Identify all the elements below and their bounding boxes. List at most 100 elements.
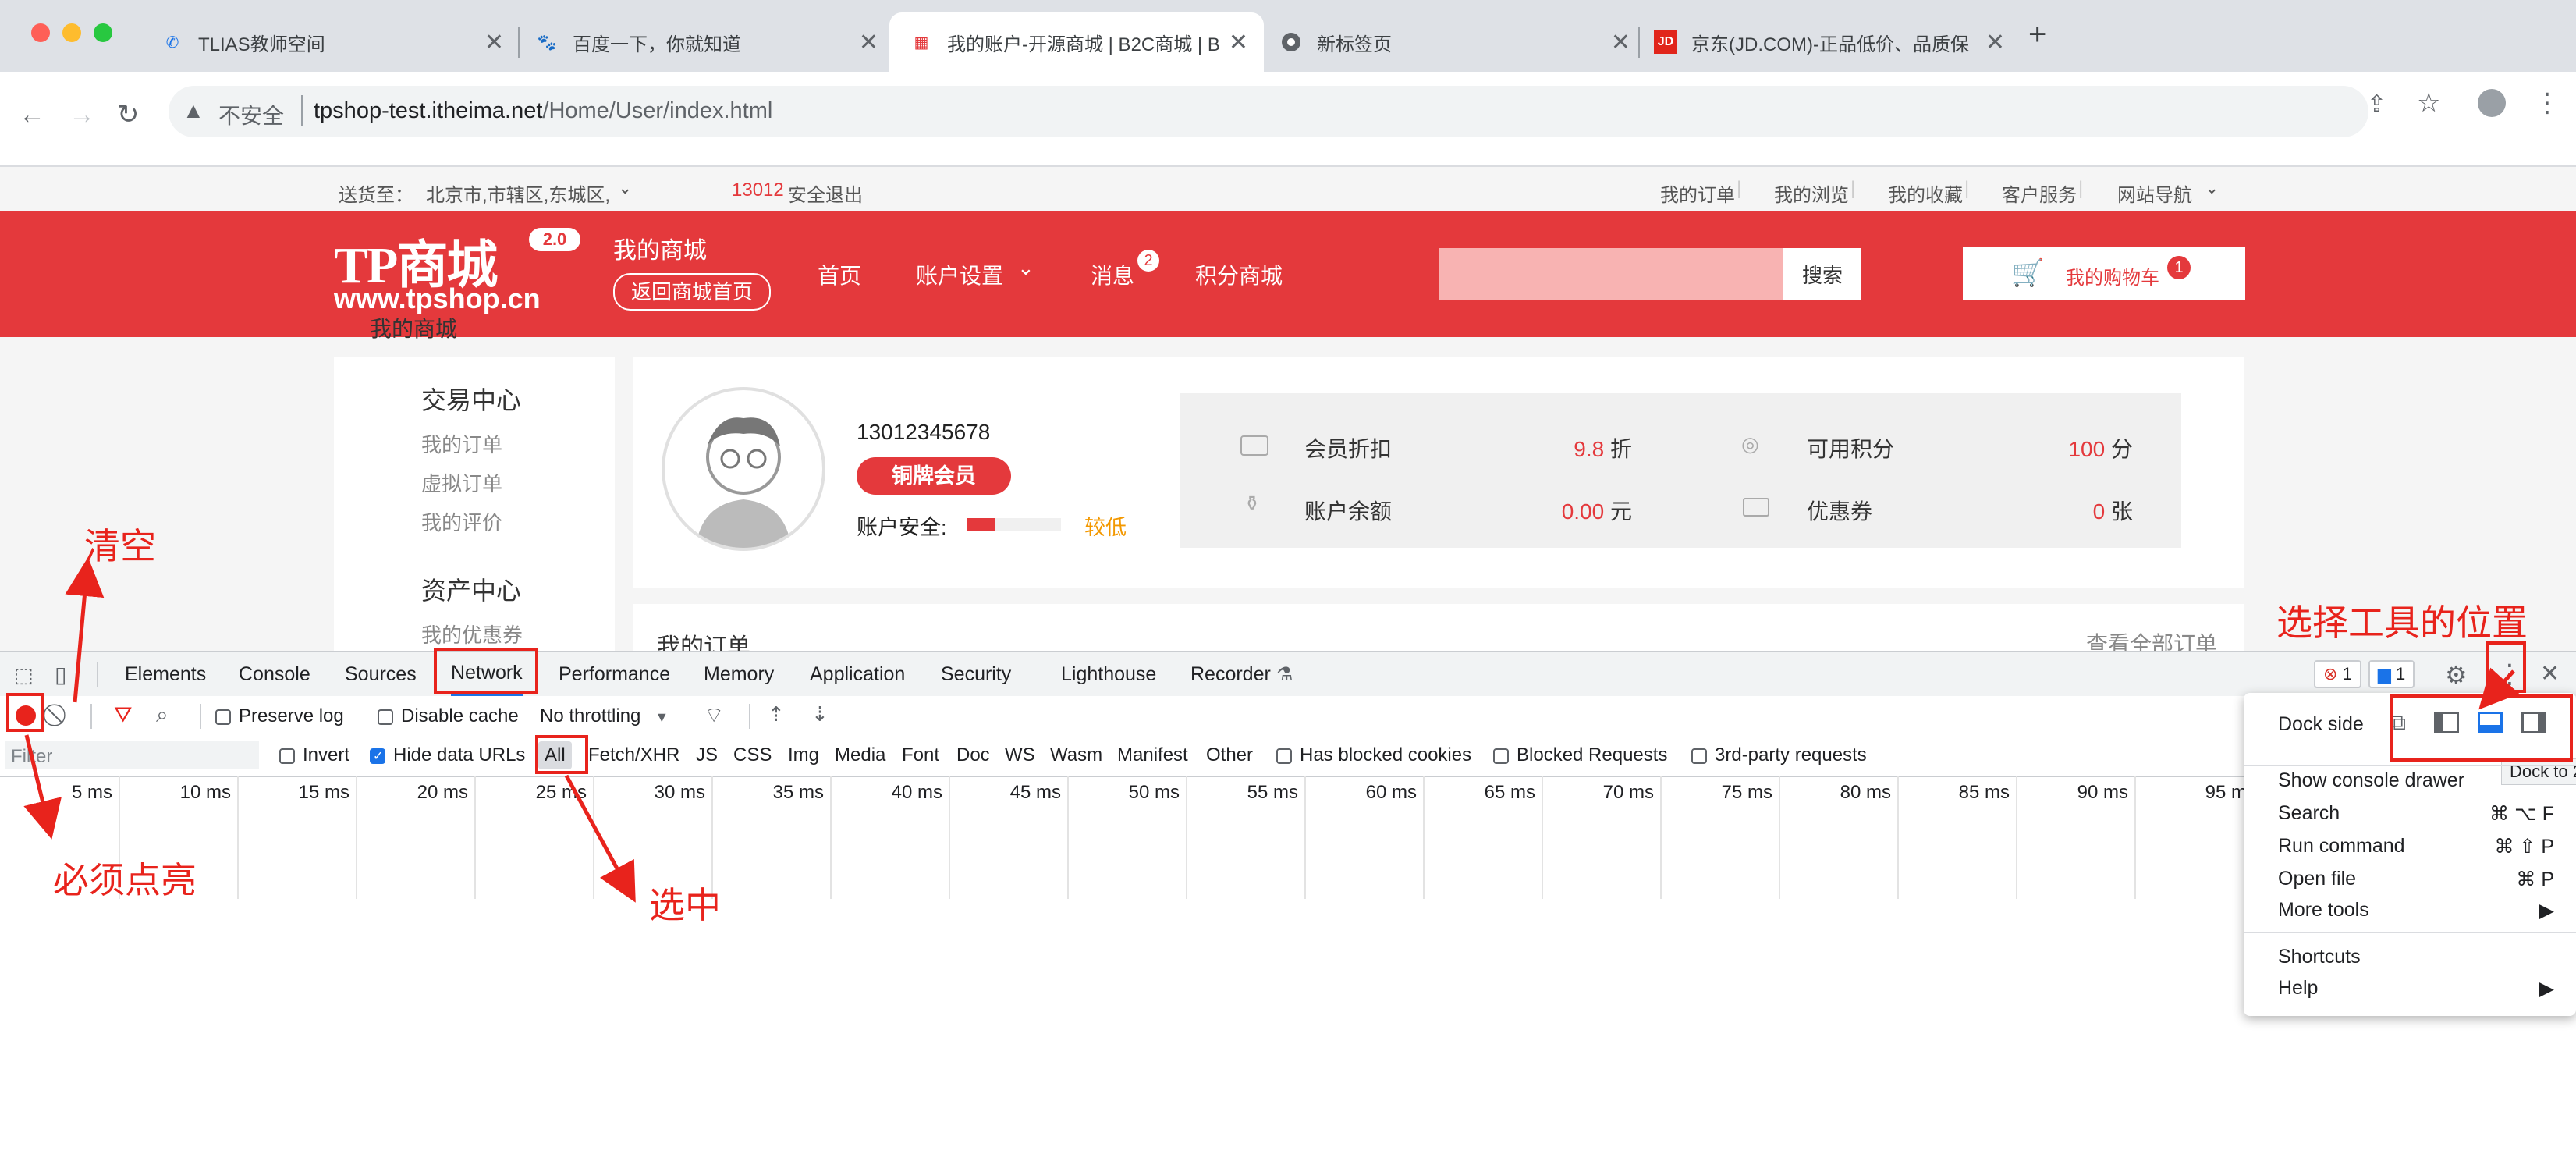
inspect-element-icon[interactable]: ⬚ xyxy=(14,663,34,687)
sidebar-item-reviews[interactable]: 我的评价 xyxy=(421,507,502,536)
nav-messages[interactable]: 消息 xyxy=(1091,259,1134,290)
filter-input[interactable]: Filter xyxy=(5,741,259,769)
tab-elements[interactable]: Elements xyxy=(125,652,206,696)
tab-performance[interactable]: Performance xyxy=(559,652,670,696)
nav-points-mall[interactable]: 积分商城 xyxy=(1195,259,1283,290)
nav-home[interactable]: 首页 xyxy=(818,259,861,290)
ship-location[interactable]: 北京市,市辖区,东城区, xyxy=(426,179,610,207)
tab-console[interactable]: Console xyxy=(239,652,310,696)
back-arrow-icon[interactable]: ← xyxy=(19,89,45,140)
sidebar-item-virtual-orders[interactable]: 虚拟订单 xyxy=(421,468,502,497)
search-icon[interactable]: ⌕ xyxy=(156,702,169,728)
chevron-down-icon[interactable]: ⌄ xyxy=(2205,178,2219,198)
tab-application[interactable]: Application xyxy=(810,652,905,696)
blocked-cookies-checkbox[interactable]: Has blocked cookies xyxy=(1276,744,1471,766)
filter-icon[interactable]: ⛛ xyxy=(114,702,133,728)
close-tab-icon[interactable]: ✕ xyxy=(484,29,504,56)
close-tab-icon[interactable]: ✕ xyxy=(1611,29,1630,56)
preserve-log-checkbox[interactable]: Preserve log xyxy=(215,705,344,727)
nav-account-settings[interactable]: 账户设置 xyxy=(916,259,1003,290)
minimize-window-button[interactable] xyxy=(62,23,81,42)
close-tab-icon[interactable]: ✕ xyxy=(1229,29,1248,56)
new-tab-button[interactable]: + xyxy=(2028,17,2046,52)
profile-avatar-icon[interactable] xyxy=(2478,89,2506,117)
url-text[interactable]: tpshop-test.itheima.net/Home/User/index.… xyxy=(314,98,772,124)
filter-type-media[interactable]: Media xyxy=(835,744,885,766)
menu-item-shortcuts[interactable]: Shortcuts xyxy=(2278,946,2361,968)
checkbox-label: Blocked Requests xyxy=(1517,744,1668,765)
top-link-history[interactable]: 我的浏览 xyxy=(1774,179,1849,207)
network-overview-timeline[interactable]: 5 ms 10 ms 15 ms 20 ms 25 ms 30 ms 35 ms 40 ms 4… xyxy=(0,776,2255,900)
menu-item-help[interactable]: Help xyxy=(2278,977,2318,1000)
filter-type-css[interactable]: CSS xyxy=(733,744,772,766)
filter-type-font[interactable]: Font xyxy=(902,744,939,766)
browser-tab[interactable]: 新标签页 ✕ xyxy=(1279,12,1630,72)
close-tab-icon[interactable]: ✕ xyxy=(859,29,878,56)
menu-item-search[interactable]: Search xyxy=(2278,802,2340,825)
filter-type-img[interactable]: Img xyxy=(788,744,819,766)
menu-item-console-drawer[interactable]: Show console drawer xyxy=(2278,769,2464,792)
tab-memory[interactable]: Memory xyxy=(704,652,774,696)
browser-tab[interactable]: JD 京东(JD.COM)-正品低价、品质保 ✕ xyxy=(1654,12,2005,72)
browser-tab[interactable]: 🐾 百度一下，你就知道 ✕ xyxy=(535,12,878,72)
top-link-orders[interactable]: 我的订单 xyxy=(1660,179,1735,207)
settings-gear-icon[interactable]: ⚙ xyxy=(2445,660,2468,690)
message-counter[interactable]: ▆ 1 xyxy=(2368,660,2415,688)
close-window-button[interactable] xyxy=(31,23,50,42)
reload-icon[interactable]: ↻ xyxy=(117,89,140,140)
share-icon[interactable]: ⇪ xyxy=(2367,91,2386,118)
throttling-select[interactable]: No throttling ▼ xyxy=(540,705,669,727)
search-button[interactable]: 搜索 xyxy=(1783,248,1861,300)
view-all-orders-link[interactable]: 查看全部订单 xyxy=(2086,627,2217,651)
menu-item-more-tools[interactable]: More tools xyxy=(2278,899,2369,922)
top-link-service[interactable]: 客户服务 xyxy=(2002,179,2077,207)
filter-type-ws[interactable]: WS xyxy=(1005,744,1035,766)
tab-lighthouse[interactable]: Lighthouse xyxy=(1061,652,1156,696)
address-bar[interactable]: ▲ 不安全 tpshop-test.itheima.net/Home/User/… xyxy=(169,86,2368,137)
maximize-window-button[interactable] xyxy=(94,23,112,42)
error-counter[interactable]: ⊗ 1 xyxy=(2314,660,2361,688)
tab-recorder[interactable]: Recorder xyxy=(1190,652,1271,696)
browser-menu-icon[interactable]: ⋮ xyxy=(2534,87,2560,119)
bookmark-star-icon[interactable]: ☆ xyxy=(2417,87,2440,119)
chevron-down-icon[interactable]: ⌄ xyxy=(1017,256,1034,280)
network-conditions-icon[interactable]: ⌔ xyxy=(704,702,724,730)
security-label[interactable]: 不安全 xyxy=(218,99,284,130)
logout-link[interactable]: 安全退出 xyxy=(788,179,863,207)
avatar[interactable] xyxy=(662,387,825,551)
tab-security[interactable]: Security xyxy=(941,652,1011,696)
filter-type-wasm[interactable]: Wasm xyxy=(1050,744,1102,766)
menu-item-run-command[interactable]: Run command xyxy=(2278,835,2405,858)
username-link[interactable]: 13012 xyxy=(732,179,784,201)
coupon-icon xyxy=(1743,498,1769,517)
filter-type-fetch-xhr[interactable]: Fetch/XHR xyxy=(588,744,679,766)
close-tab-icon[interactable]: ✕ xyxy=(1985,29,2005,56)
hide-data-urls-checkbox[interactable]: Hide data URLs xyxy=(370,744,525,766)
cart-button[interactable]: 🛒 我的购物车 1 xyxy=(1963,247,2245,300)
sidebar-item-orders[interactable]: 我的订单 xyxy=(421,429,502,458)
top-link-sitenav[interactable]: 网站导航 xyxy=(2117,179,2192,207)
search-input[interactable] xyxy=(1439,248,1783,300)
menu-item-open-file[interactable]: Open file xyxy=(2278,868,2356,890)
filter-type-doc[interactable]: Doc xyxy=(956,744,990,766)
sidebar-item-coupons[interactable]: 我的优惠券 xyxy=(421,620,523,648)
device-toolbar-icon[interactable]: ▯ xyxy=(55,662,66,687)
third-party-checkbox[interactable]: 3rd-party requests xyxy=(1691,744,1867,766)
blocked-requests-checkbox[interactable]: Blocked Requests xyxy=(1493,744,1667,766)
disable-cache-checkbox[interactable]: Disable cache xyxy=(378,705,519,727)
tab-title: 京东(JD.COM)-正品低价、品质保 xyxy=(1691,34,1969,55)
export-har-icon[interactable]: ⇣ xyxy=(811,702,829,726)
invert-checkbox[interactable]: Invert xyxy=(279,744,349,766)
forward-arrow-icon[interactable]: → xyxy=(69,89,95,140)
browser-tab-active[interactable]: ▦ 我的账户-开源商城 | B2C商城 | B ✕ xyxy=(889,12,1264,72)
top-link-favorites[interactable]: 我的收藏 xyxy=(1888,179,1963,207)
import-har-icon[interactable]: ⇡ xyxy=(768,702,785,726)
chevron-down-icon[interactable]: ⌄ xyxy=(618,178,632,198)
filter-type-js[interactable]: JS xyxy=(696,744,718,766)
filter-type-manifest[interactable]: Manifest xyxy=(1117,744,1188,766)
filter-type-other[interactable]: Other xyxy=(1206,744,1253,766)
back-home-button[interactable]: 返回商城首页 xyxy=(613,273,771,311)
browser-tab[interactable]: ✆ TLIAS教师空间 ✕ xyxy=(161,12,504,72)
close-devtools-icon[interactable]: ✕ xyxy=(2540,660,2560,687)
tab-sources[interactable]: Sources xyxy=(345,652,417,696)
